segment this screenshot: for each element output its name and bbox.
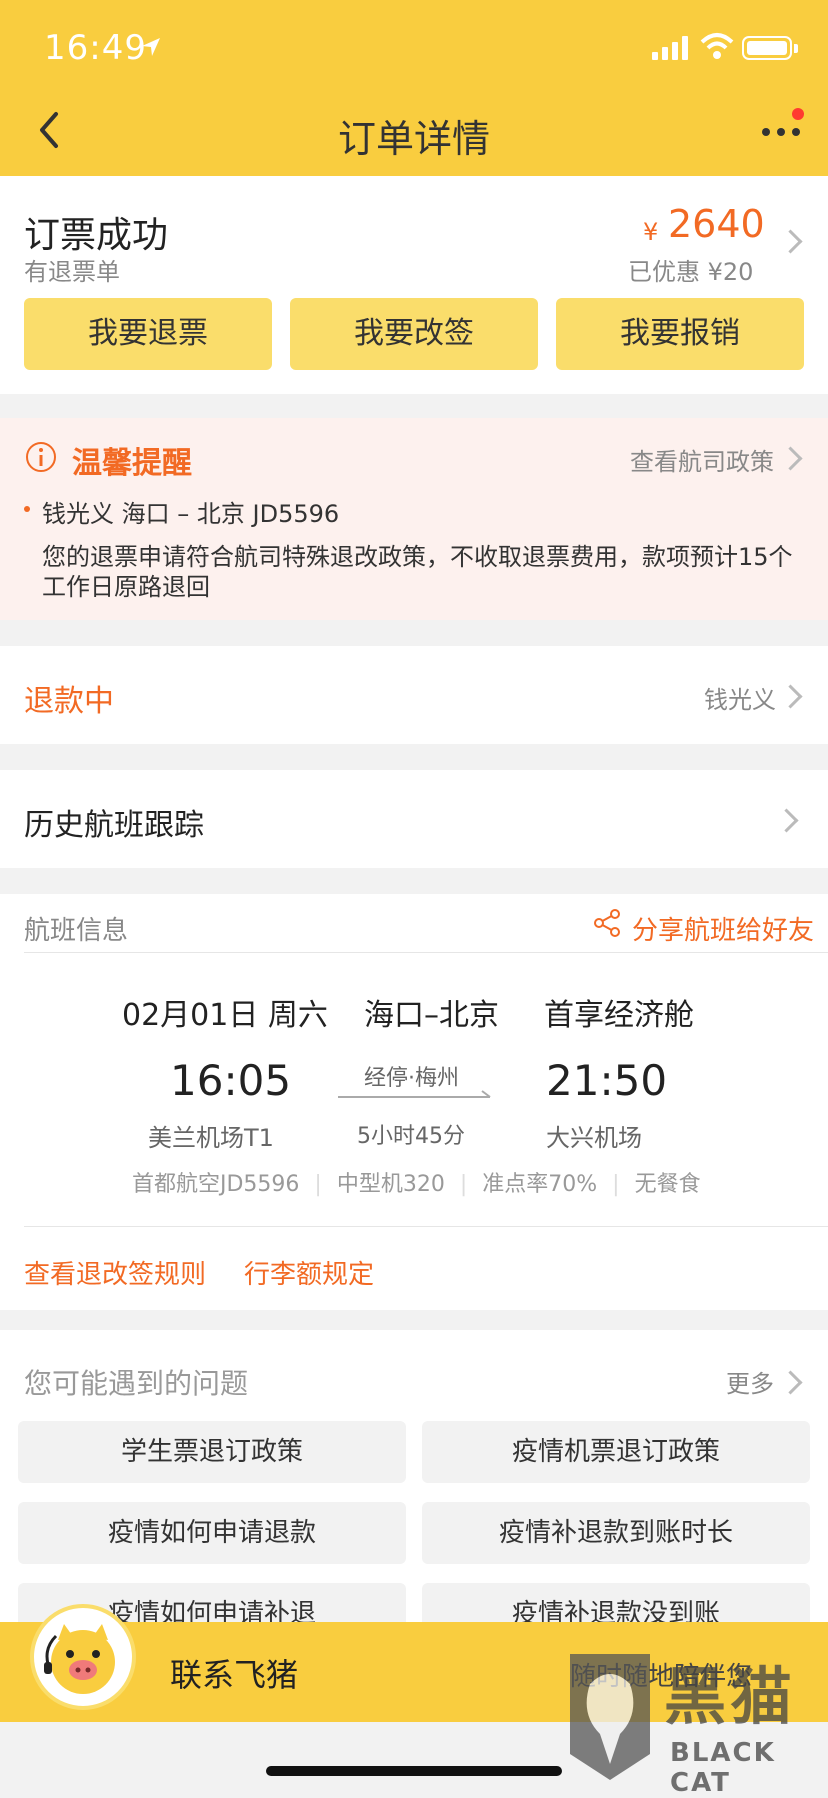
refund-status-row[interactable]: 退款中 钱光义 <box>0 646 828 744</box>
status-time: 16:49 <box>44 28 147 68</box>
more-menu-icon[interactable] <box>760 118 804 144</box>
page-title: 订单详情 <box>337 117 490 161</box>
history-flight-row[interactable]: 历史航班跟踪 <box>0 770 828 868</box>
order-price[interactable]: 2640 <box>668 202 765 246</box>
share-flight-link[interactable]: 分享航班给好友 <box>632 910 814 947</box>
depart-time: 16:05 <box>170 1056 292 1105</box>
notification-dot <box>792 108 804 120</box>
change-rules-link[interactable]: 查看退改签规则 <box>24 1254 206 1291</box>
location-arrow-icon <box>142 38 160 56</box>
battery-icon <box>742 36 798 60</box>
divider <box>24 1226 828 1227</box>
flight-info-card: 航班信息 分享航班给好友 02月01日 周六 海口–北京 首享经济舱 16:05… <box>0 894 828 1310</box>
flight-route: 海口–北京 <box>364 998 499 1033</box>
faq-title: 您可能遇到的问题 <box>24 1367 249 1400</box>
depart-airport: 美兰机场T1 <box>148 1124 274 1152</box>
notice-message: 您的退票申请符合航司特殊退改政策，不收取退票费用，款项预计15个工作日原路退回 <box>42 543 793 601</box>
flight-duration: 5小时45分 <box>357 1124 465 1149</box>
pig-mascot-icon <box>44 1624 115 1694</box>
signal-icon <box>652 36 688 60</box>
faq-item[interactable]: 疫情如何申请退款 <box>18 1502 406 1564</box>
home-indicator <box>266 1766 562 1776</box>
meal-info: 无餐食 <box>634 1172 701 1197</box>
refund-status: 退款中 <box>24 684 114 719</box>
chevron-right-icon[interactable] <box>778 446 803 471</box>
notice-passenger-line: 钱光义 海口 – 北京 JD5596 <box>42 500 340 528</box>
notice-card: 温馨提醒 查看航司政策 钱光义 海口 – 北京 JD5596 您的退票申请符合航… <box>0 418 828 620</box>
arrive-airport: 大兴机场 <box>546 1124 642 1152</box>
on-time-rate: 准点率70% <box>482 1172 598 1197</box>
order-substatus: 有退票单 <box>24 258 120 286</box>
watermark: 黑猫 BLACK CAT <box>560 1640 828 1798</box>
faq-more-link[interactable]: 更多 <box>726 1364 774 1399</box>
faq-item[interactable]: 学生票退订政策 <box>18 1421 406 1483</box>
order-status: 订票成功 <box>24 215 169 256</box>
reimburse-button[interactable]: 我要报销 <box>556 298 804 370</box>
discount-label: 已优惠 ¥20 <box>628 258 754 286</box>
change-ticket-button[interactable]: 我要改签 <box>290 298 538 370</box>
chevron-right-icon[interactable] <box>778 229 803 254</box>
notice-title: 温馨提醒 <box>72 446 192 481</box>
history-flight-label: 历史航班跟踪 <box>24 808 204 843</box>
flight-detail-row: 首都航空JD5596 | 中型机320 | 准点率70% | 无餐食 <box>132 1172 701 1197</box>
bullet-dot <box>24 506 30 512</box>
info-icon <box>26 442 56 472</box>
watermark-cn: 黑猫 <box>664 1660 797 1733</box>
refund-passenger: 钱光义 <box>704 686 776 714</box>
divider <box>24 952 828 953</box>
flight-arrow-icon <box>338 1090 491 1098</box>
refund-button[interactable]: 我要退票 <box>24 298 272 370</box>
mascot-avatar[interactable] <box>30 1604 136 1710</box>
baggage-rules-link[interactable]: 行李额规定 <box>244 1254 374 1291</box>
aircraft-type: 中型机320 <box>336 1172 445 1197</box>
faq-item[interactable]: 疫情机票退订政策 <box>422 1421 810 1483</box>
top-header: 16:49 订单详情 <box>0 0 828 176</box>
chevron-right-icon[interactable] <box>778 684 803 709</box>
flight-section-title: 航班信息 <box>24 916 129 946</box>
chevron-right-icon[interactable] <box>774 808 799 833</box>
faq-item[interactable]: 疫情补退款到账时长 <box>422 1502 810 1564</box>
cat-logo-icon <box>570 1654 650 1780</box>
share-icon[interactable] <box>592 908 622 938</box>
contact-label: 联系飞猪 <box>170 1656 299 1694</box>
flight-date: 02月01日 周六 <box>122 998 328 1033</box>
airline-flight-no: 首都航空JD5596 <box>132 1172 300 1197</box>
wifi-icon <box>700 33 734 59</box>
watermark-en: BLACK CAT <box>670 1738 776 1798</box>
airline-policy-link[interactable]: 查看航司政策 <box>630 442 774 477</box>
chevron-right-icon[interactable] <box>778 1370 803 1395</box>
flight-cabin: 首享经济舱 <box>544 998 694 1033</box>
currency-symbol: ¥ <box>643 218 659 246</box>
arrive-time: 21:50 <box>546 1056 668 1105</box>
